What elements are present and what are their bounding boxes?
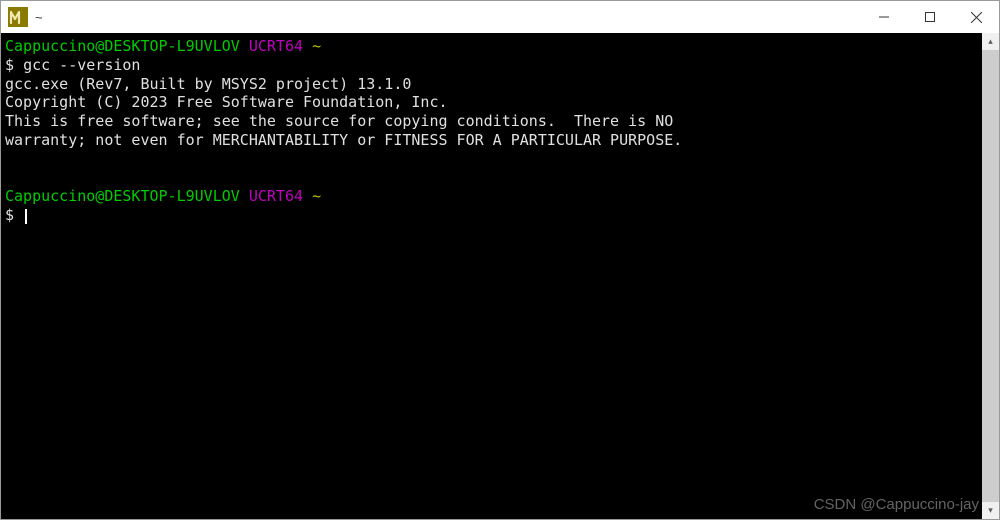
command-text: gcc --version bbox=[23, 56, 140, 74]
minimize-button[interactable] bbox=[861, 1, 907, 33]
prompt-dir: ~ bbox=[312, 187, 321, 205]
cursor-icon bbox=[25, 209, 27, 224]
terminal-window: ~ Cappuccino@DESKTOP-L9UVLOV UCRT64 ~$ g… bbox=[0, 0, 1000, 520]
prompt-symbol: $ bbox=[5, 206, 14, 224]
prompt-line-1: Cappuccino@DESKTOP-L9UVLOV UCRT64 ~ bbox=[5, 37, 976, 56]
prompt-env: UCRT64 bbox=[249, 187, 303, 205]
prompt-dir: ~ bbox=[312, 37, 321, 55]
window-title: ~ bbox=[35, 10, 43, 25]
vertical-scrollbar[interactable]: ▴ ▾ bbox=[982, 33, 999, 519]
msys2-icon bbox=[7, 6, 29, 28]
prompt-env: UCRT64 bbox=[249, 37, 303, 55]
titlebar: ~ bbox=[1, 1, 999, 33]
prompt-symbol: $ bbox=[5, 56, 14, 74]
terminal-body: Cappuccino@DESKTOP-L9UVLOV UCRT64 ~$ gcc… bbox=[1, 33, 999, 519]
prompt-input-line[interactable]: $ bbox=[5, 206, 976, 225]
output-line: Copyright (C) 2023 Free Software Foundat… bbox=[5, 93, 976, 112]
window-controls bbox=[861, 1, 999, 33]
output-line: gcc.exe (Rev7, Built by MSYS2 project) 1… bbox=[5, 75, 976, 94]
maximize-button[interactable] bbox=[907, 1, 953, 33]
scroll-up-icon[interactable]: ▴ bbox=[982, 33, 999, 50]
output-line: This is free software; see the source fo… bbox=[5, 112, 976, 131]
blank-line bbox=[5, 168, 976, 187]
prompt-userhost: Cappuccino@DESKTOP-L9UVLOV bbox=[5, 187, 240, 205]
blank-line bbox=[5, 150, 976, 169]
terminal-content[interactable]: Cappuccino@DESKTOP-L9UVLOV UCRT64 ~$ gcc… bbox=[1, 33, 982, 519]
scroll-thumb[interactable] bbox=[982, 50, 999, 502]
prompt-userhost: Cappuccino@DESKTOP-L9UVLOV bbox=[5, 37, 240, 55]
prompt-line-2: Cappuccino@DESKTOP-L9UVLOV UCRT64 ~ bbox=[5, 187, 976, 206]
output-line: warranty; not even for MERCHANTABILITY o… bbox=[5, 131, 976, 150]
scroll-track[interactable] bbox=[982, 50, 999, 502]
scroll-down-icon[interactable]: ▾ bbox=[982, 502, 999, 519]
command-line: $ gcc --version bbox=[5, 56, 976, 75]
close-button[interactable] bbox=[953, 1, 999, 33]
